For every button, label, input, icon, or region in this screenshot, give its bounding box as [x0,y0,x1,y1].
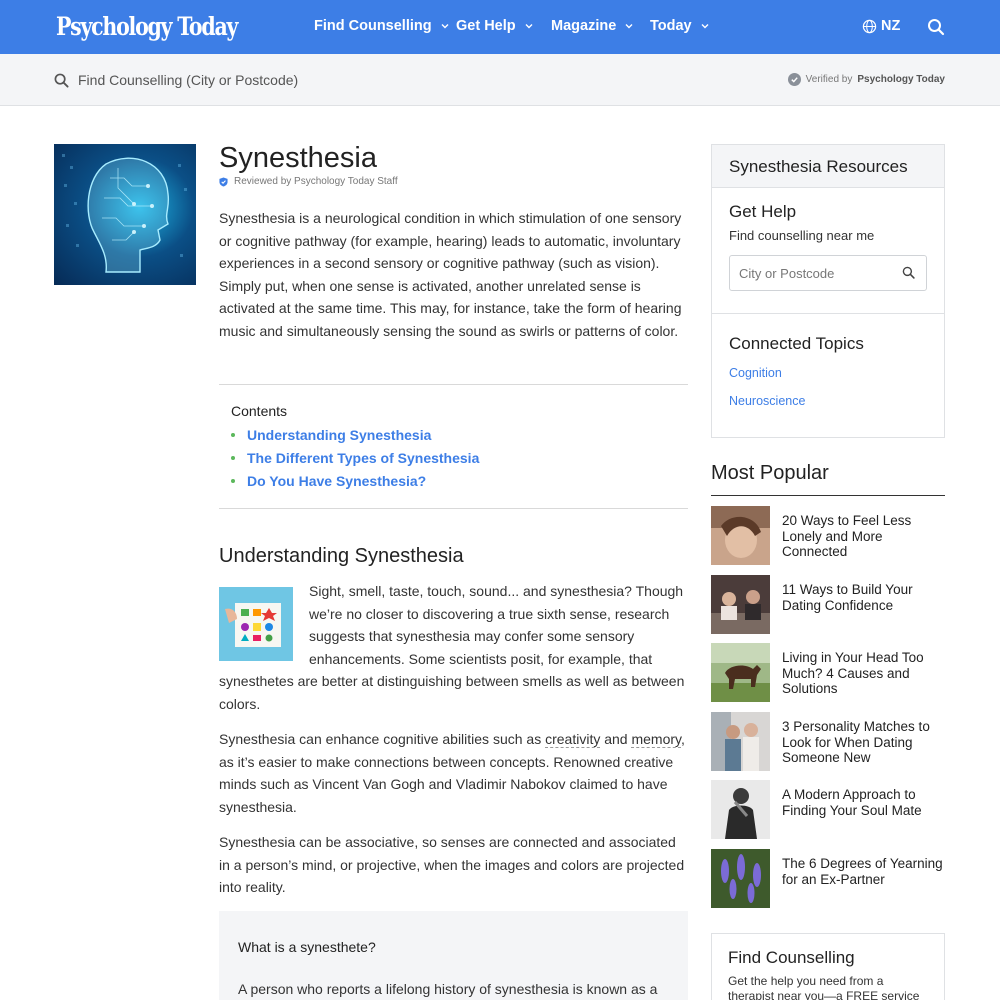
city-search-box [729,255,927,291]
paragraph: Synesthesia can enhance cognitive abilit… [219,728,687,818]
search-strip: Verified by Psychology Today [0,54,1000,106]
chevron-down-icon [625,24,633,29]
nav-magazine[interactable]: Magazine [551,18,634,34]
get-help-subtitle: Find counselling near me [729,228,875,243]
popular-thumbnail [711,643,770,702]
top-nav: Psychology Today Find Counselling Get He… [0,0,1000,54]
glossary-link-creativity[interactable]: creativity [545,731,601,748]
verified-brand: Psychology Today [857,74,945,85]
verified-badge: Verified by Psychology Today [787,73,945,86]
table-of-contents: Contents Understanding Synesthesia The D… [219,384,688,509]
popular-title: 3 Personality Matches to Look for When D… [782,719,930,765]
topic-link-neuroscience[interactable]: Neuroscience [729,394,927,408]
search-icon [54,73,69,88]
callout-box: What is a synesthete? A person who repor… [219,911,688,1000]
nav-find-counselling[interactable]: Find Counselling [314,18,450,34]
reviewed-by: Reviewed by Psychology Today Staff [219,176,398,187]
contents-link[interactable]: Do You Have Synesthesia? [247,473,426,489]
nav-label: Magazine [551,18,617,34]
popular-thumbnail [711,780,770,839]
globe-icon [862,19,877,33]
get-help-title: Get Help [729,202,797,221]
find-counselling-input[interactable] [78,68,478,92]
region-label: NZ [881,18,901,34]
resources-box: Synesthesia Resources Get Help Find coun… [711,144,945,438]
contents-link[interactable]: Understanding Synesthesia [247,427,431,443]
contents-title: Contents [231,403,288,419]
bullet-icon [231,432,235,437]
popular-title: A Modern Approach to Finding Your Soul M… [782,787,922,818]
callout-title: What is a synesthete? [238,939,376,955]
contents-link[interactable]: The Different Types of Synesthesia [247,450,479,466]
callout-text: A person who reports a lifelong history … [238,981,658,997]
bullet-icon [231,478,235,483]
page-title: Synesthesia [219,142,377,174]
city-postcode-input[interactable] [739,264,889,282]
section-title: Understanding Synesthesia [219,545,464,567]
bullet-icon [231,455,235,460]
popular-item[interactable]: A Modern Approach to Finding Your Soul M… [711,780,945,839]
paragraph: Synesthesia can be associative, so sense… [219,834,685,896]
nav-get-help[interactable]: Get Help [456,18,534,34]
popular-thumbnail [711,712,770,771]
region-selector[interactable]: NZ [862,18,900,34]
most-popular-title: Most Popular [711,462,945,496]
nav-today[interactable]: Today [650,18,710,34]
paragraph: Sight, smell, taste, touch, sound... and… [219,580,687,716]
popular-thumbnail [711,849,770,908]
paragraph-text: Synesthesia can enhance cognitive abilit… [219,731,546,747]
check-icon [787,73,801,86]
synesthesia-hero-image [54,144,196,285]
intro-paragraph: Synesthesia is a neurological condition … [219,210,682,339]
float-spacer [219,580,309,662]
contents-item: The Different Types of Synesthesia [231,446,676,469]
connected-topics: Connected Topics Cognition Neuroscience [712,314,944,442]
resources-title: Synesthesia Resources [712,145,944,188]
chevron-down-icon [441,24,449,29]
logo[interactable]: Psychology Today [56,12,238,41]
popular-item[interactable]: 20 Ways to Feel Less Lonely and More Con… [711,506,945,565]
chevron-down-icon [701,24,709,29]
nav-label: Find Counselling [314,18,432,34]
topic-link-cognition[interactable]: Cognition [729,366,927,380]
verified-prefix: Verified by [805,74,853,85]
popular-title: The 6 Degrees of Yearning for an Ex-Part… [782,856,943,887]
find-counselling-box: Find Counselling Get the help you need f… [711,933,945,1000]
popular-item[interactable]: 3 Personality Matches to Look for When D… [711,712,945,771]
popular-item[interactable]: Living in Your Head Too Much? 4 Causes a… [711,643,945,702]
popular-title: 11 Ways to Build Your Dating Confidence [782,582,913,613]
topics-title: Connected Topics [729,334,864,353]
shield-icon [219,177,228,186]
get-help-section: Get Help Find counselling near me [712,188,944,314]
popular-thumbnail [711,506,770,565]
chevron-down-icon [525,24,533,29]
search-icon[interactable] [902,266,915,279]
find-counselling-title: Find Counselling [728,948,855,967]
contents-item: Do You Have Synesthesia? [231,469,676,492]
popular-title: Living in Your Head Too Much? 4 Causes a… [782,650,924,696]
nav-label: Today [650,18,692,34]
glossary-link-memory[interactable]: memory [631,731,681,748]
popular-item[interactable]: The 6 Degrees of Yearning for an Ex-Part… [711,849,945,908]
contents-item: Understanding Synesthesia [231,423,676,446]
nav-label: Get Help [456,18,516,34]
popular-title: 20 Ways to Feel Less Lonely and More Con… [782,513,912,559]
popular-item[interactable]: 11 Ways to Build Your Dating Confidence [711,575,945,634]
find-counselling-text: Get the help you need from a therapist n… [728,974,920,1000]
paragraph-text: and [600,731,632,747]
reviewed-text: Reviewed by Psychology Today Staff [234,176,398,187]
search-icon[interactable] [927,18,945,36]
popular-thumbnail [711,575,770,634]
